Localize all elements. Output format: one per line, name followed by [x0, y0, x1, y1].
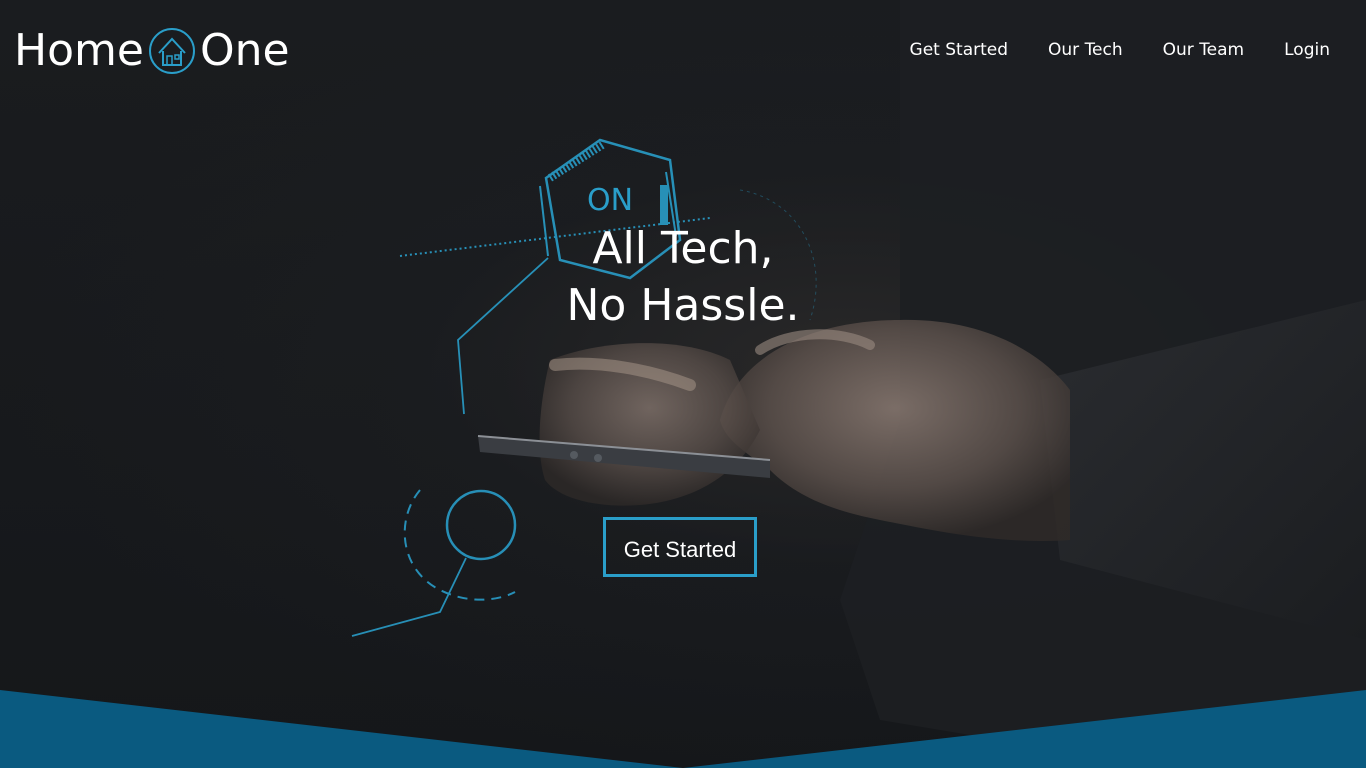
logo-text-home: Home [14, 25, 144, 76]
hero-headline: All Tech, No Hassle. [433, 220, 933, 334]
get-started-button[interactable]: Get Started [603, 517, 757, 577]
nav-link-our-tech[interactable]: Our Tech [1048, 38, 1123, 62]
nav-link-login[interactable]: Login [1284, 38, 1330, 62]
hero-headline-line-1: All Tech, [592, 223, 774, 274]
hero-headline-line-2: No Hassle. [566, 280, 800, 331]
landing-page: ON Home One Get Started Our Tech Our Tea… [0, 0, 1366, 768]
logo[interactable]: Home One [14, 24, 290, 78]
nav-link-our-team[interactable]: Our Team [1163, 38, 1244, 62]
site-header: Home One Get Started Our Tech Our Team L… [0, 0, 1366, 100]
logo-text-one: One [199, 25, 290, 76]
circuit-on-label: ON [587, 183, 633, 218]
nav-link-get-started[interactable]: Get Started [910, 38, 1008, 62]
house-logo-icon [148, 28, 195, 74]
hero-background-illustration: ON [0, 0, 1366, 768]
main-nav: Get Started Our Tech Our Team Login [910, 38, 1330, 62]
